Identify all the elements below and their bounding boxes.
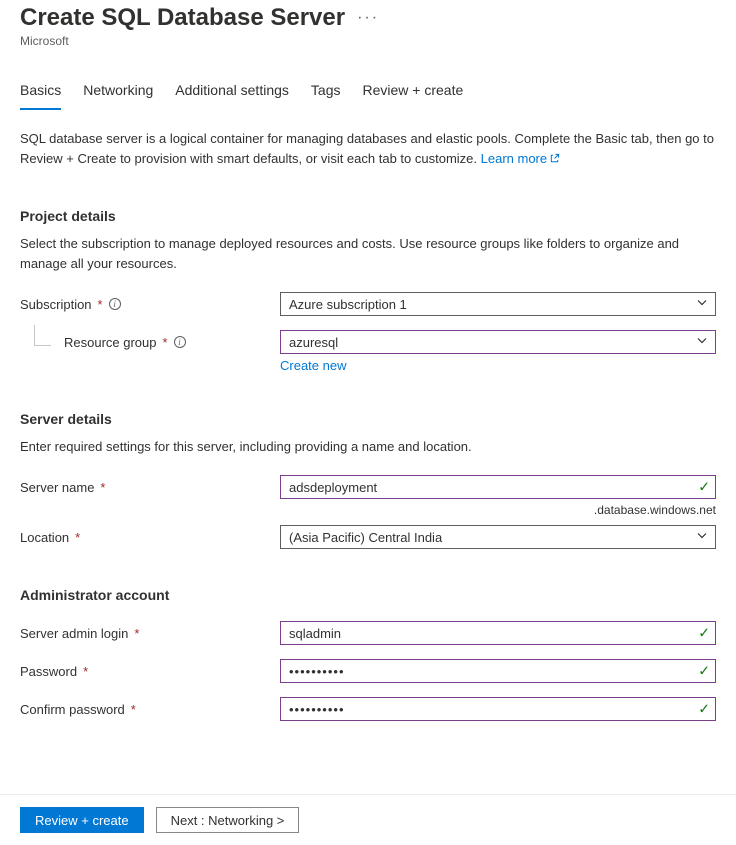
subscription-label: Subscription bbox=[20, 297, 92, 312]
admin-login-label: Server admin login bbox=[20, 626, 128, 641]
intro-body: SQL database server is a logical contain… bbox=[20, 131, 714, 166]
page-subtitle: Microsoft bbox=[20, 34, 716, 48]
server-name-input[interactable] bbox=[280, 475, 716, 499]
confirm-password-input[interactable] bbox=[280, 697, 716, 721]
subscription-select[interactable]: Azure subscription 1 bbox=[280, 292, 716, 316]
project-details-heading: Project details bbox=[20, 208, 716, 224]
server-name-label: Server name bbox=[20, 480, 94, 495]
password-label: Password bbox=[20, 664, 77, 679]
admin-login-input[interactable] bbox=[280, 621, 716, 645]
required-asterisk: * bbox=[83, 664, 88, 679]
server-details-sub: Enter required settings for this server,… bbox=[20, 437, 716, 457]
location-label: Location bbox=[20, 530, 69, 545]
tab-additional-settings[interactable]: Additional settings bbox=[175, 82, 289, 110]
server-name-suffix: .database.windows.net bbox=[20, 503, 716, 517]
required-asterisk: * bbox=[163, 335, 168, 350]
required-asterisk: * bbox=[131, 702, 136, 717]
intro-text: SQL database server is a logical contain… bbox=[20, 129, 716, 170]
page-title: Create SQL Database Server bbox=[20, 4, 345, 32]
password-input[interactable] bbox=[280, 659, 716, 683]
external-link-icon bbox=[549, 150, 560, 170]
location-select[interactable]: (Asia Pacific) Central India bbox=[280, 525, 716, 549]
tab-bar: Basics Networking Additional settings Ta… bbox=[20, 82, 716, 111]
project-details-sub: Select the subscription to manage deploy… bbox=[20, 234, 716, 274]
info-icon[interactable]: i bbox=[109, 298, 121, 310]
footer-bar: Review + create Next : Networking > bbox=[0, 794, 736, 845]
learn-more-link[interactable]: Learn more bbox=[481, 151, 560, 166]
admin-account-heading: Administrator account bbox=[20, 587, 716, 603]
resource-group-label: Resource group bbox=[64, 335, 157, 350]
confirm-password-label: Confirm password bbox=[20, 702, 125, 717]
tab-basics[interactable]: Basics bbox=[20, 82, 61, 110]
required-asterisk: * bbox=[134, 626, 139, 641]
required-asterisk: * bbox=[98, 297, 103, 312]
tab-tags[interactable]: Tags bbox=[311, 82, 341, 110]
server-details-heading: Server details bbox=[20, 411, 716, 427]
tab-networking[interactable]: Networking bbox=[83, 82, 153, 110]
review-create-button[interactable]: Review + create bbox=[20, 807, 144, 833]
tab-review-create[interactable]: Review + create bbox=[362, 82, 463, 110]
info-icon[interactable]: i bbox=[174, 336, 186, 348]
create-new-rg-link[interactable]: Create new bbox=[280, 358, 346, 373]
next-networking-button[interactable]: Next : Networking > bbox=[156, 807, 300, 833]
required-asterisk: * bbox=[100, 480, 105, 495]
required-asterisk: * bbox=[75, 530, 80, 545]
resource-group-select[interactable]: azuresql bbox=[280, 330, 716, 354]
more-icon[interactable]: ··· bbox=[357, 9, 379, 27]
